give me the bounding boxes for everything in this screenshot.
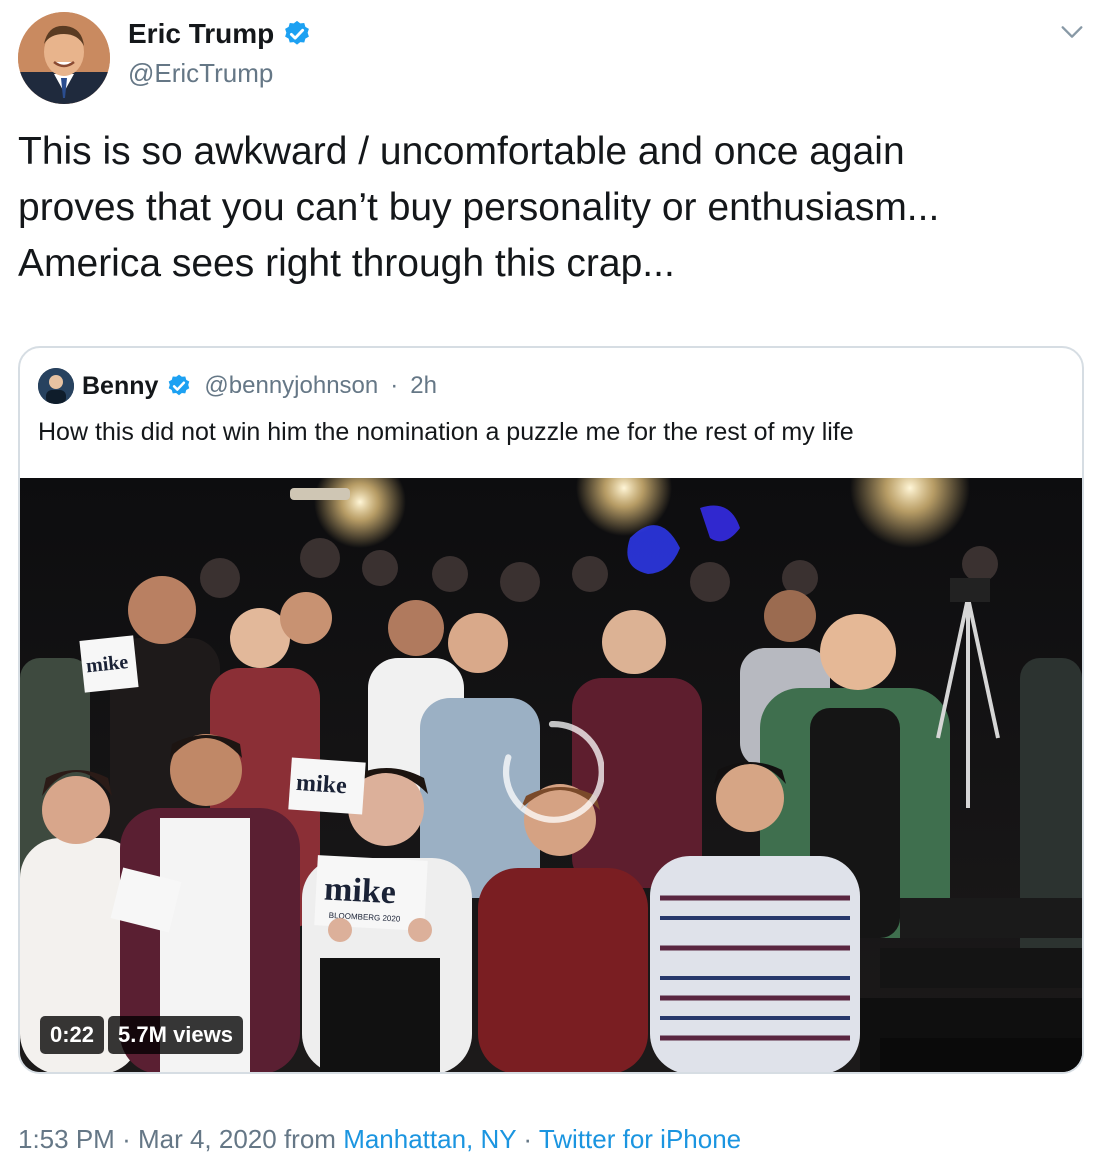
chevron-down-icon[interactable] (1058, 18, 1086, 46)
quoted-tweet-header[interactable]: Benny @bennyjohnson · 2h (38, 368, 437, 404)
author-avatar[interactable] (18, 12, 110, 104)
meta-separator: · (523, 1124, 533, 1154)
video-player[interactable]: mike mike mike BLOOMBERG 2020 0:22 5.7M … (20, 478, 1082, 1072)
video-stats-badge: 0:22 5.7M views (40, 1016, 243, 1054)
verified-badge-icon (169, 374, 190, 396)
author-handle[interactable]: @EricTrump (128, 58, 273, 89)
tweet-text-line: This is so awkward / uncomfortable and o… (18, 130, 905, 173)
quoted-tweet-card[interactable]: Benny @bennyjohnson · 2h How this did no… (18, 346, 1084, 1074)
svg-text:mike: mike (295, 770, 348, 799)
quoted-author-avatar[interactable] (38, 368, 74, 404)
video-duration: 0:22 (40, 1016, 105, 1054)
tweet-text-line: proves that you can’t buy personality or… (18, 186, 940, 229)
video-views: 5.7M views (108, 1016, 243, 1054)
tweet-meta: 1:53 PM · Mar 4, 2020 from Manhattan, NY… (18, 1124, 741, 1155)
loading-spinner-icon (502, 721, 604, 823)
quoted-tweet-text: How this did not win him the nomination … (38, 418, 854, 446)
quoted-display-name[interactable]: Benny (82, 372, 158, 401)
author-name-row[interactable]: Eric Trump (128, 18, 312, 50)
tweet-time[interactable]: 1:53 PM (18, 1124, 115, 1154)
verified-badge-icon (285, 20, 310, 45)
author-display-name[interactable]: Eric Trump (128, 18, 274, 50)
quoted-separator: · (390, 372, 399, 399)
profile-photo (38, 368, 74, 404)
tweet-text: This is so awkward / uncomfortable and o… (18, 124, 1088, 292)
quoted-handle[interactable]: @bennyjohnson (204, 372, 378, 400)
quoted-time[interactable]: 2h (410, 372, 437, 400)
tweet-date[interactable]: Mar 4, 2020 (138, 1124, 277, 1154)
tweet-location-link[interactable]: Manhattan, NY (343, 1124, 516, 1154)
tweet-client-link[interactable]: Twitter for iPhone (539, 1124, 741, 1154)
svg-text:mike: mike (323, 871, 397, 912)
profile-photo (18, 12, 110, 104)
svg-text:mike: mike (85, 651, 129, 677)
meta-separator: · (122, 1124, 131, 1154)
tweet-text-line: America sees right through this crap... (18, 242, 675, 285)
meta-from: from (283, 1124, 336, 1154)
